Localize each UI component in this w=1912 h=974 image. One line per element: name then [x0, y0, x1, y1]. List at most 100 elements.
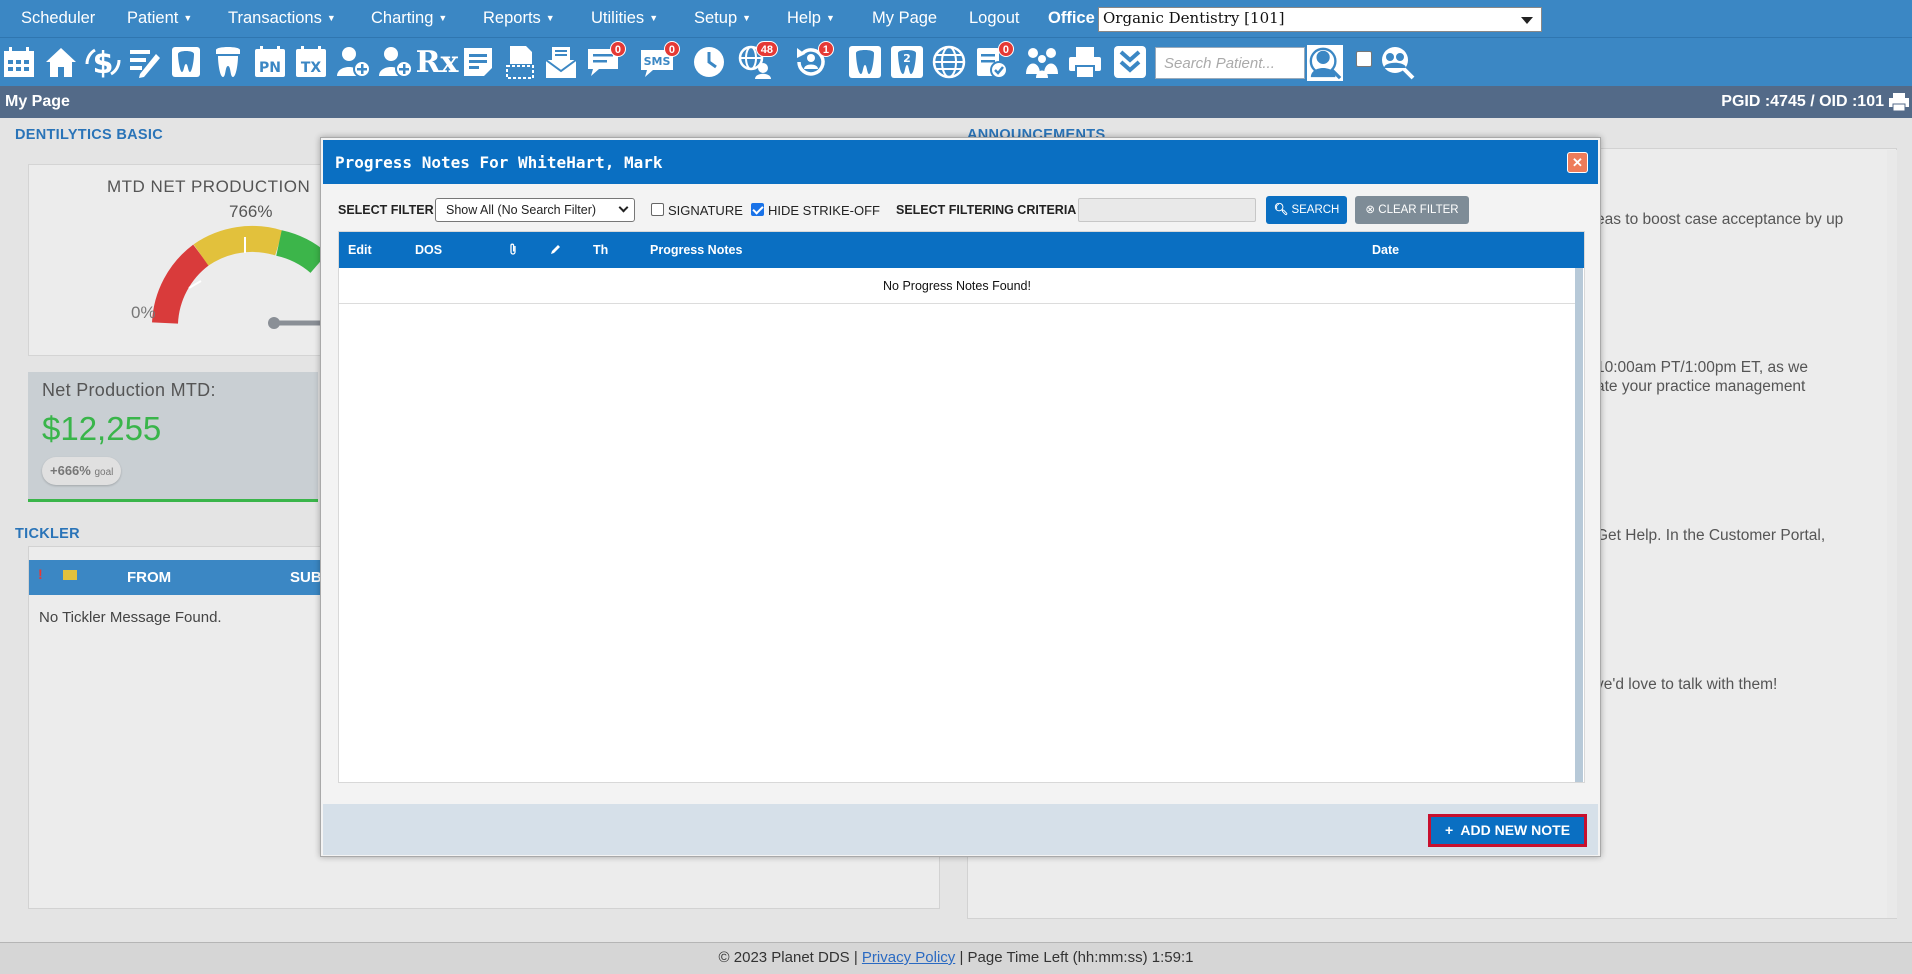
hide-strike-off-checkbox[interactable]: [751, 203, 764, 216]
add-patient-2-icon[interactable]: [376, 44, 414, 80]
caret-down-icon: ▼: [825, 13, 835, 23]
tooth-outline-icon[interactable]: [846, 44, 884, 80]
clipboard-badge: 0: [997, 41, 1014, 57]
menu-transactions[interactable]: Transactions ▼: [228, 0, 336, 36]
mail-icon[interactable]: [542, 44, 580, 80]
plus-icon: +: [1444, 822, 1454, 838]
search-patient-input[interactable]: Search Patient...: [1155, 47, 1305, 79]
chat-icon[interactable]: 0: [584, 41, 626, 80]
page-title: My Page: [5, 93, 70, 110]
close-icon[interactable]: ✕: [1567, 152, 1588, 173]
svg-text:PN: PN: [259, 60, 281, 76]
net-goal-badge: +666% goal: [42, 457, 122, 485]
envelope-icon: [63, 570, 77, 580]
add-new-note-label: ADD NEW NOTE: [1460, 822, 1571, 838]
menu-patient[interactable]: Patient ▼: [127, 0, 192, 36]
menu-my-page[interactable]: My Page: [872, 0, 937, 36]
tooth-icon[interactable]: [209, 44, 247, 80]
group-search-icon[interactable]: [1378, 44, 1416, 80]
office-select-value: Organic Dentistry [101]: [1103, 9, 1285, 27]
tx-icon[interactable]: TX: [292, 44, 330, 80]
tickler-col-from: FROM: [127, 569, 172, 586]
filter-select[interactable]: Show All (No Search Filter): [435, 198, 635, 222]
family-icon[interactable]: [1023, 44, 1061, 80]
gauge-title: MTD NET PRODUCTION: [107, 177, 311, 196]
announcements-title: ANNOUNCEMENTS: [967, 127, 1106, 137]
mtd-gauge-card: MTD NET PRODUCTION 766% 0%: [28, 164, 329, 356]
sms-badge: 0: [663, 41, 680, 57]
announcements-scrollbar[interactable]: [1887, 150, 1897, 918]
tooth-two-icon[interactable]: 2: [888, 44, 926, 80]
col-th[interactable]: Th: [593, 243, 608, 257]
menu-setup[interactable]: Setup ▼: [694, 0, 751, 36]
pn-icon[interactable]: PN: [251, 44, 289, 80]
menu-label: Patient: [127, 9, 179, 27]
add-patient-icon[interactable]: [334, 44, 372, 80]
col-dos[interactable]: DOS: [415, 243, 442, 257]
dollar-icon[interactable]: $: [84, 44, 122, 80]
document-scan-icon[interactable]: [501, 44, 539, 80]
gauge-zero: 0%: [131, 303, 156, 322]
calendar-icon[interactable]: [0, 44, 38, 80]
notes-icon[interactable]: [459, 44, 497, 80]
col-date[interactable]: Date: [1372, 243, 1399, 257]
chevron-double-down-icon[interactable]: [1111, 44, 1149, 80]
clear-filter-button[interactable]: ⊗ CLEAR FILTER: [1355, 196, 1469, 224]
caret-down-icon: ▼: [438, 13, 448, 23]
clipboard-check-icon[interactable]: 0: [972, 41, 1014, 80]
recall-badge: 1: [817, 41, 834, 57]
menu-utilities[interactable]: Utilities ▼: [591, 0, 658, 36]
search-patient-placeholder: Search Patient...: [1164, 55, 1275, 72]
home-icon[interactable]: [42, 44, 80, 80]
net-goal-suffix: goal: [94, 467, 114, 478]
filter-select-value: Show All (No Search Filter): [446, 203, 597, 217]
announcement-line: eas to boost case acceptance by up: [1596, 211, 1844, 228]
col-progress-notes[interactable]: Progress Notes: [650, 243, 742, 257]
clear-filter-label: CLEAR FILTER: [1378, 204, 1459, 216]
web-users-icon[interactable]: 48: [736, 41, 778, 80]
menu-reports[interactable]: Reports ▼: [483, 0, 555, 36]
signature-checkbox[interactable]: [651, 203, 664, 216]
toolbar-checkbox[interactable]: [1356, 51, 1372, 67]
menu-help[interactable]: Help ▼: [787, 0, 835, 36]
printer-icon[interactable]: [1066, 44, 1104, 80]
progress-notes-grid: Edit DOS Th Progress Notes Date No Progr…: [338, 231, 1585, 783]
net-goal-value: +666%: [50, 463, 91, 478]
caret-down-icon: [1521, 17, 1533, 24]
menu-scheduler[interactable]: Scheduler: [21, 0, 95, 36]
menu-charting[interactable]: Charting ▼: [371, 0, 447, 36]
grid-scrollbar[interactable]: [1575, 268, 1583, 782]
patient-search-button[interactable]: [1306, 44, 1344, 82]
clock-icon[interactable]: [690, 44, 728, 80]
rx-label: Rx: [415, 44, 459, 80]
dialog-header: Progress Notes For WhiteHart, Mark ✕: [323, 140, 1598, 184]
office-select[interactable]: Organic Dentistry [101]: [1098, 7, 1542, 32]
edit-list-icon[interactable]: [125, 44, 163, 80]
col-edit[interactable]: Edit: [348, 243, 372, 257]
paperclip-icon: [508, 243, 518, 259]
menu-logout[interactable]: Logout: [969, 0, 1019, 36]
page-time-left: | Page Time Left (hh:mm:ss) 1:59:1: [959, 949, 1194, 966]
rx-icon[interactable]: Rx: [415, 44, 459, 80]
print-page-icon[interactable]: [1888, 92, 1910, 112]
add-new-note-button[interactable]: + ADD NEW NOTE: [1428, 814, 1587, 847]
tooth-chart-icon[interactable]: [167, 44, 205, 80]
tickler-title: TICKLER: [15, 526, 80, 542]
sms-icon[interactable]: SMS 0: [638, 41, 680, 80]
tickler-header: ! FROM SUB: [29, 560, 349, 595]
grid-empty-message: No Progress Notes Found!: [339, 268, 1575, 304]
net-production-label: Net Production MTD:: [42, 380, 216, 400]
globe-icon[interactable]: [930, 44, 968, 80]
search-button[interactable]: 🔍︎ SEARCH: [1266, 196, 1347, 224]
menu-label: Transactions: [228, 9, 322, 27]
hide-strike-off-label: HIDE STRIKE-OFF: [768, 203, 880, 218]
menu-label: Setup: [694, 9, 738, 27]
announcement-line: Get Help. In the Customer Portal,: [1596, 527, 1826, 544]
recall-icon[interactable]: 1: [792, 41, 834, 80]
grid-header: Edit DOS Th Progress Notes Date: [339, 232, 1584, 268]
caret-down-icon: ▼: [649, 13, 659, 23]
office-label: Office: [1048, 9, 1095, 27]
filtering-criteria-input[interactable]: [1078, 198, 1256, 222]
privacy-policy-link[interactable]: Privacy Policy: [862, 949, 955, 966]
svg-text:$: $: [93, 46, 114, 80]
